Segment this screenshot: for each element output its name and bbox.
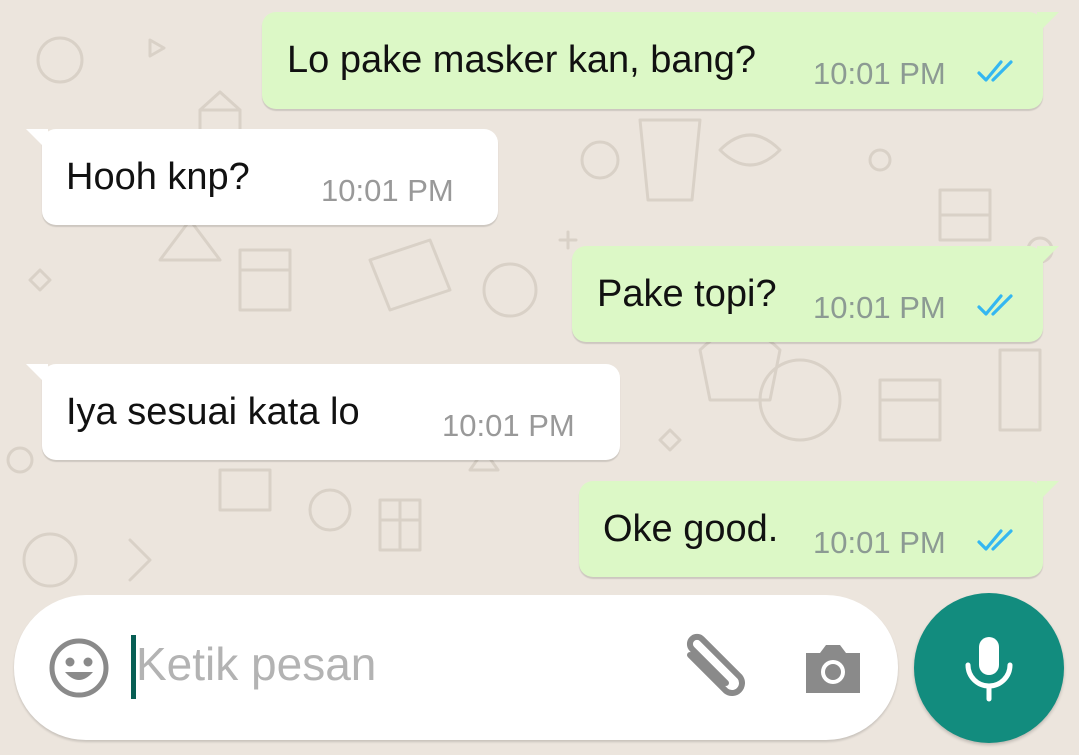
message-text: Pake topi? — [597, 273, 777, 315]
bubble-tail — [1037, 481, 1059, 503]
double-check-icon — [977, 294, 1013, 316]
message-list: Lo pake masker kan, bang? 10:01 PM Hooh … — [0, 0, 1079, 600]
message-composer: Ketik pesan — [14, 595, 898, 740]
incoming-message[interactable]: Hooh knp? 10:01 PM — [26, 129, 498, 225]
incoming-message[interactable]: Iya sesuai kata lo 10:01 PM — [26, 364, 620, 460]
message-text: Iya sesuai kata lo — [66, 391, 360, 433]
camera-icon[interactable] — [800, 635, 866, 701]
emoji-icon[interactable] — [48, 637, 110, 699]
bubble-tail — [26, 129, 48, 151]
bubble-tail — [1037, 12, 1059, 34]
message-time: 10:01 PM — [813, 56, 946, 91]
outgoing-message[interactable]: Lo pake masker kan, bang? 10:01 PM — [262, 12, 1059, 109]
bubble-tail — [26, 364, 48, 386]
message-time: 10:01 PM — [321, 173, 454, 208]
message-text: Oke good. — [603, 508, 779, 550]
double-check-icon — [977, 60, 1013, 82]
paperclip-icon[interactable] — [678, 633, 758, 703]
voice-record-button[interactable] — [914, 593, 1064, 743]
microphone-icon — [965, 637, 1013, 702]
message-time: 10:01 PM — [813, 525, 946, 560]
message-time: 10:01 PM — [442, 408, 575, 443]
message-time: 10:01 PM — [813, 290, 946, 325]
double-check-icon — [977, 529, 1013, 551]
bubble-tail — [1037, 246, 1059, 268]
outgoing-message[interactable]: Pake topi? 10:01 PM — [572, 246, 1059, 342]
message-text: Hooh knp? — [66, 156, 250, 198]
outgoing-message[interactable]: Oke good. 10:01 PM — [579, 481, 1059, 577]
message-text: Lo pake masker kan, bang? — [287, 39, 756, 81]
message-input[interactable]: Ketik pesan — [136, 637, 376, 691]
